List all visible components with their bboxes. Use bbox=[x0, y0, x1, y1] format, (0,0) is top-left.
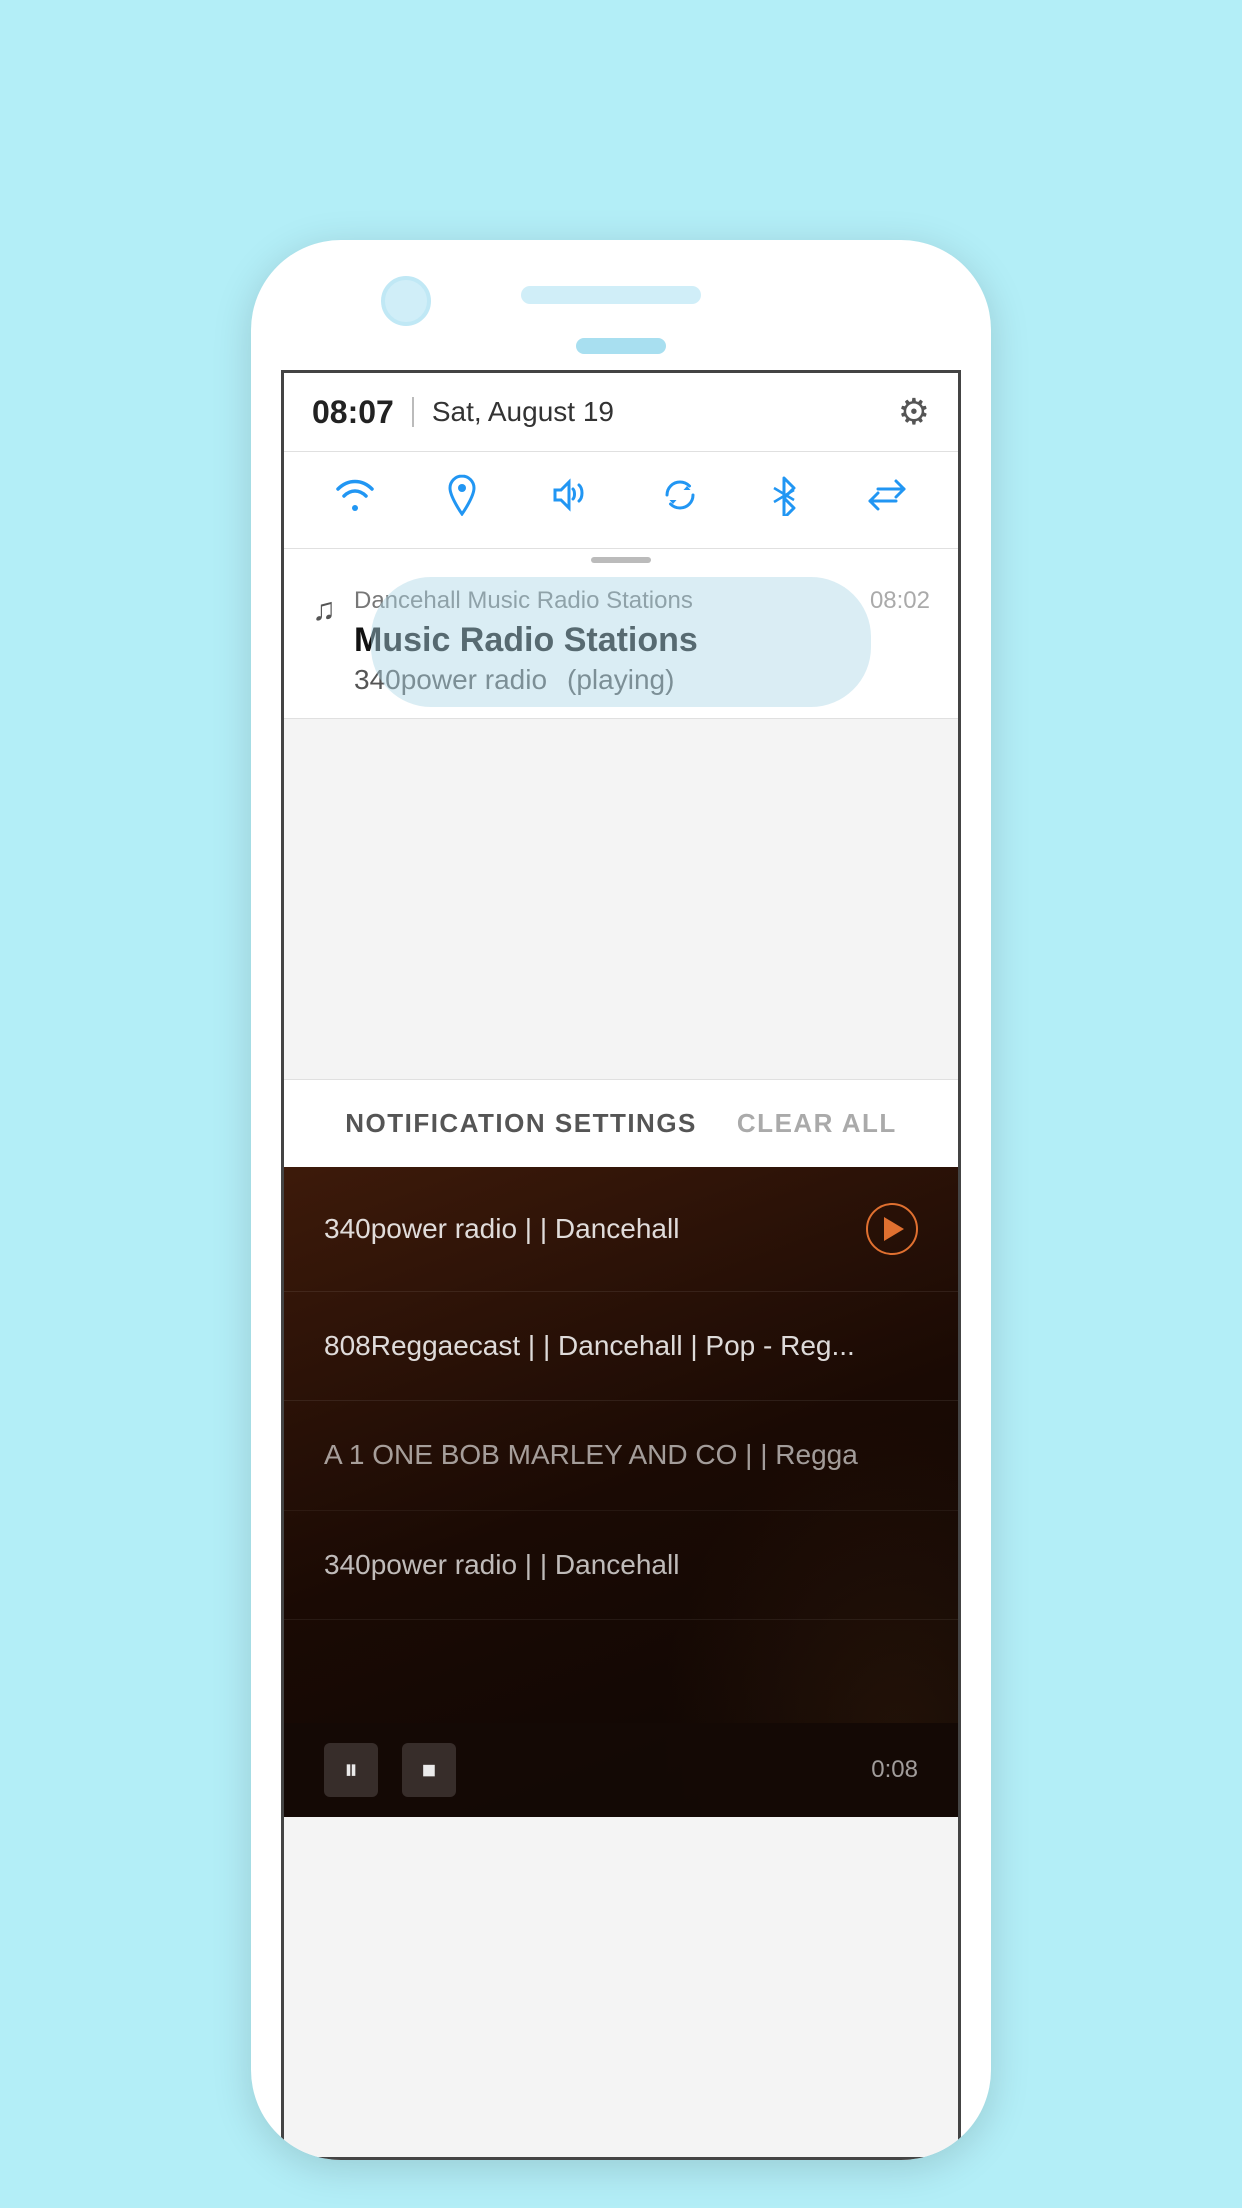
data-transfer-icon[interactable] bbox=[866, 477, 908, 523]
player-bar: ⏸ ⏹ 0:08 bbox=[284, 1723, 958, 1817]
pause-icon: ⏸ bbox=[344, 1754, 358, 1787]
phone-shell: 08:07 Sat, August 19 ⚙ bbox=[251, 240, 991, 2160]
notification-section: ♫ Dancehall Music Radio Stations 08:02 M… bbox=[284, 565, 958, 719]
list-item[interactable]: 340power radio | | Dancehall bbox=[284, 1511, 958, 1620]
play-triangle-icon bbox=[884, 1217, 904, 1241]
gear-icon[interactable]: ⚙ bbox=[898, 391, 930, 433]
notification-action-bar: NOTIFICATION SETTINGS CLEAR ALL bbox=[284, 1079, 958, 1167]
player-controls: ⏸ ⏹ bbox=[324, 1743, 456, 1797]
status-time: 08:07 bbox=[312, 394, 394, 431]
music-note-icon: ♫ bbox=[312, 591, 336, 628]
radio-item-label: 808Reggaecast | | Dancehall | Pop - Reg.… bbox=[324, 1328, 918, 1364]
app-content: 340power radio | | Dancehall 808Reggaeca… bbox=[284, 1167, 958, 1817]
clear-all-button[interactable]: CLEAR ALL bbox=[737, 1108, 897, 1139]
notification-empty-area bbox=[284, 719, 958, 1079]
location-icon[interactable] bbox=[444, 474, 480, 526]
radio-item-label: A 1 ONE BOB MARLEY AND CO | | Regga bbox=[324, 1437, 918, 1473]
player-timer: 0:08 bbox=[871, 1756, 918, 1784]
notification-title: Music Radio Stations bbox=[354, 621, 930, 660]
phone-camera bbox=[381, 276, 431, 326]
sync-icon[interactable] bbox=[659, 477, 701, 523]
status-divider bbox=[412, 397, 414, 427]
radio-item-label: 340power radio | | Dancehall bbox=[324, 1211, 866, 1247]
radio-item-label: 340power radio | | Dancehall bbox=[324, 1547, 918, 1583]
notification-card[interactable]: ♫ Dancehall Music Radio Stations 08:02 M… bbox=[284, 565, 958, 718]
notification-subtitle: 340power radio (playing) bbox=[354, 664, 930, 696]
play-button[interactable] bbox=[866, 1203, 918, 1255]
drag-handle bbox=[284, 549, 958, 565]
status-date: Sat, August 19 bbox=[432, 396, 614, 428]
phone-screen: 08:07 Sat, August 19 ⚙ bbox=[281, 370, 961, 2160]
list-item[interactable]: 808Reggaecast | | Dancehall | Pop - Reg.… bbox=[284, 1292, 958, 1401]
bluetooth-icon[interactable] bbox=[770, 474, 798, 526]
notification-content: Dancehall Music Radio Stations 08:02 Mus… bbox=[354, 587, 930, 696]
quick-settings-row bbox=[284, 452, 958, 549]
notification-app-row: Dancehall Music Radio Stations 08:02 bbox=[354, 587, 930, 615]
phone-home-indicator bbox=[576, 338, 666, 354]
pause-button[interactable]: ⏸ bbox=[324, 1743, 378, 1797]
notification-settings-button[interactable]: NOTIFICATION SETTINGS bbox=[345, 1108, 697, 1139]
notification-time: 08:02 bbox=[870, 587, 930, 615]
notification-status: (playing) bbox=[567, 664, 674, 696]
wifi-icon[interactable] bbox=[334, 477, 376, 523]
list-item[interactable]: A 1 ONE BOB MARLEY AND CO | | Regga bbox=[284, 1401, 958, 1510]
radio-list: 340power radio | | Dancehall 808Reggaeca… bbox=[284, 1167, 958, 1620]
stop-button[interactable]: ⏹ bbox=[402, 1743, 456, 1797]
status-bar-left: 08:07 Sat, August 19 bbox=[312, 394, 614, 431]
stop-icon: ⏹ bbox=[422, 1754, 436, 1787]
phone-speaker bbox=[521, 286, 701, 304]
notification-station: 340power radio bbox=[354, 664, 547, 696]
volume-icon[interactable] bbox=[549, 477, 591, 523]
status-bar: 08:07 Sat, August 19 ⚙ bbox=[284, 373, 958, 452]
notification-app-name: Dancehall Music Radio Stations bbox=[354, 587, 693, 615]
list-item[interactable]: 340power radio | | Dancehall bbox=[284, 1167, 958, 1292]
